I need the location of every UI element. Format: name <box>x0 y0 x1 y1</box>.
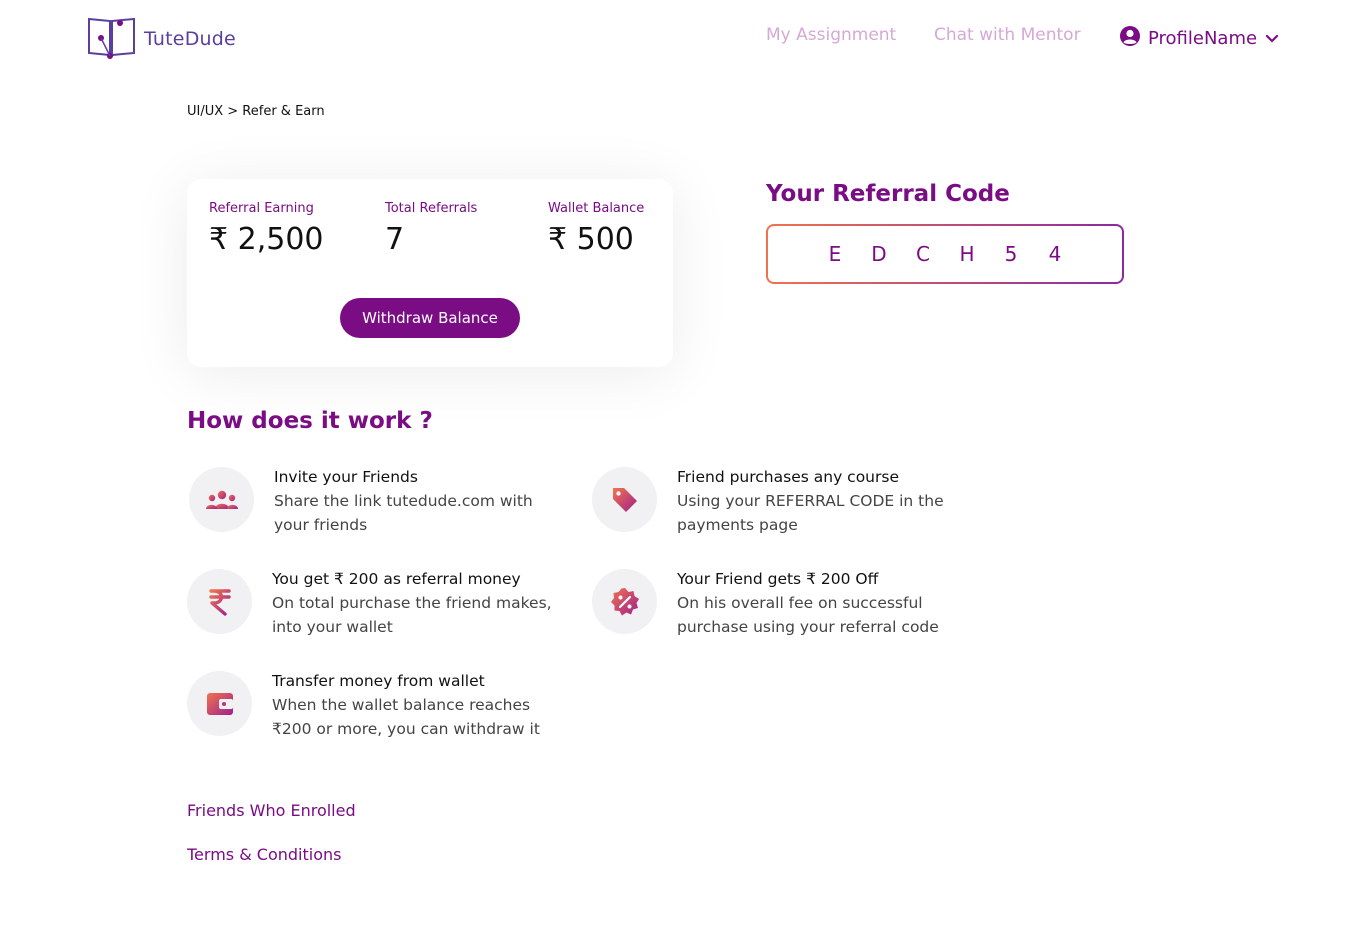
logo-text: TuteDude <box>144 28 236 50</box>
terms-and-conditions-link[interactable]: Terms & Conditions <box>187 845 341 864</box>
people-icon <box>189 467 254 532</box>
logo[interactable]: TuteDude <box>86 15 236 63</box>
referral-code-char: C <box>916 242 930 266</box>
total-referrals-value: 7 <box>385 222 405 257</box>
step-title: Transfer money from wallet <box>272 672 485 690</box>
total-referrals-stat: Total Referrals 7 <box>385 201 477 257</box>
referral-code-char: 5 <box>1004 242 1018 266</box>
profile-name: ProfileName <box>1148 27 1258 49</box>
referral-code-char: E <box>828 242 842 266</box>
referral-code-title: Your Referral Code <box>766 181 1010 207</box>
step-description: Using your REFERRAL CODE in the payments… <box>677 492 944 534</box>
referral-earning-value: ₹ 2,500 <box>209 222 324 257</box>
step-title: Your Friend gets ₹ 200 Off <box>677 570 879 588</box>
withdraw-balance-button[interactable]: Withdraw Balance <box>340 298 520 338</box>
profile-menu[interactable]: ProfileName <box>1119 25 1279 51</box>
referral-code-char: D <box>871 242 887 266</box>
how-it-works-title: How does it work ? <box>187 408 433 434</box>
referral-code-box[interactable]: E D C H 5 4 <box>766 224 1124 284</box>
step-description: When the wallet balance reaches ₹200 or … <box>272 696 540 738</box>
step-title: Invite your Friends <box>274 468 418 486</box>
step-description: On total purchase the friend makes, into… <box>272 594 552 636</box>
wallet-icon <box>187 671 252 736</box>
wallet-balance-label: Wallet Balance <box>548 201 645 216</box>
step-description: On his overall fee on successful purchas… <box>677 594 939 636</box>
chevron-down-icon <box>1265 29 1279 48</box>
step-transfer-money: Transfer money from wallet When the wall… <box>187 671 557 741</box>
step-invite-friends: Invite your Friends Share the link tuted… <box>189 467 559 537</box>
discount-badge-icon <box>592 569 657 634</box>
step-description: Share the link tutedude.com with your fr… <box>274 492 533 534</box>
step-title: Friend purchases any course <box>677 468 899 486</box>
referral-stats-card: Referral Earning ₹ 2,500 Total Referrals… <box>187 179 673 367</box>
step-friend-discount: Your Friend gets ₹ 200 Off On his overal… <box>592 569 962 639</box>
wallet-balance-stat: Wallet Balance ₹ 500 <box>548 201 644 257</box>
rupee-icon <box>187 569 252 634</box>
book-logo-icon <box>86 15 138 63</box>
referral-code-char: 4 <box>1048 242 1062 266</box>
tag-icon <box>592 467 657 532</box>
nav-my-assignment[interactable]: My Assignment <box>766 25 896 45</box>
total-referrals-label: Total Referrals <box>385 201 478 216</box>
step-friend-purchases: Friend purchases any course Using your R… <box>592 467 962 537</box>
nav-chat-with-mentor[interactable]: Chat with Mentor <box>934 25 1081 45</box>
breadcrumb: UI/UX > Refer & Earn <box>187 104 325 119</box>
referral-earning-stat: Referral Earning ₹ 2,500 <box>209 201 324 257</box>
referral-code-char: H <box>959 242 975 266</box>
friends-who-enrolled-link[interactable]: Friends Who Enrolled <box>187 801 356 820</box>
user-circle-icon <box>1119 25 1141 51</box>
wallet-balance-value: ₹ 500 <box>548 222 634 257</box>
referral-earning-label: Referral Earning <box>209 201 314 216</box>
step-title: You get ₹ 200 as referral money <box>272 570 521 588</box>
step-you-get-money: You get ₹ 200 as referral money On total… <box>187 569 557 639</box>
